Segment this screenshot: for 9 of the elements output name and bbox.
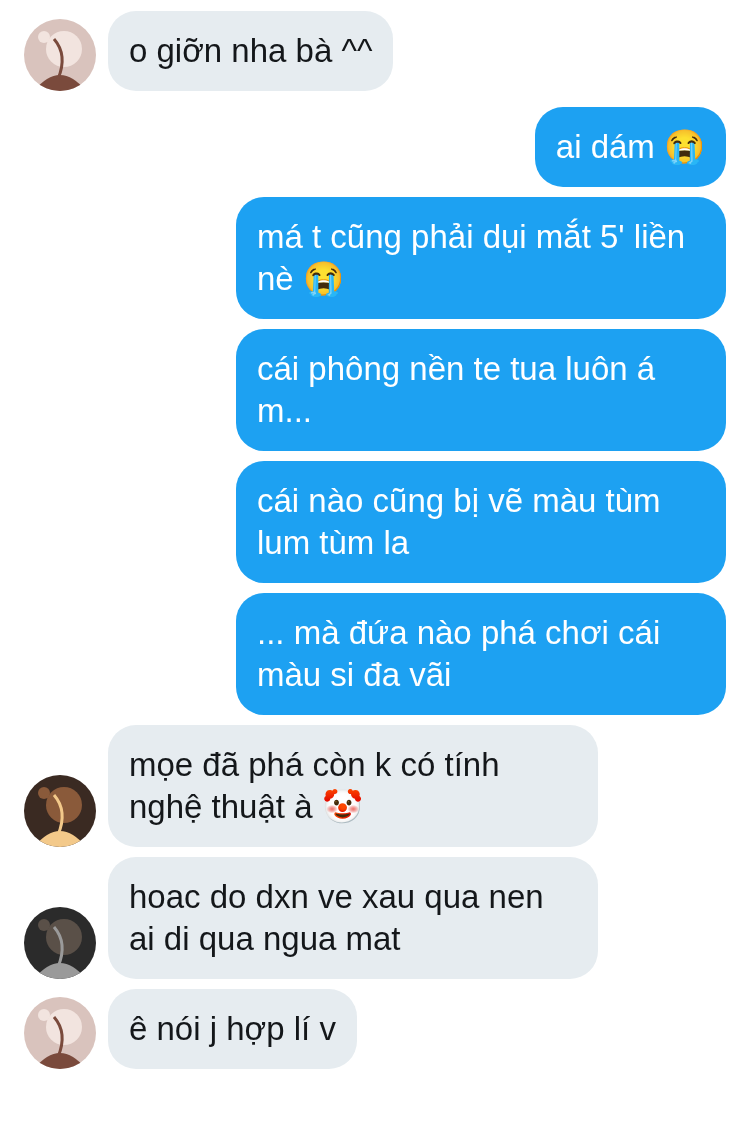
message-bubble: ai dám 😭 <box>534 107 726 187</box>
message-bubble: hoac do dxn ve xau qua nen ai di qua ngua mat <box>108 857 598 979</box>
message-bubble: mọe đã phá còn k có tính nghệ thuật à 🤡 <box>108 725 598 847</box>
message-bubble: má t cũng phải dụi mắt 5' liền nè 😭 <box>236 197 726 319</box>
message-bubble: cái nào cũng bị vẽ màu tùm lum tùm la <box>236 461 726 583</box>
message-bubble: cái phông nền te tua luôn á m... <box>236 329 726 451</box>
message-bubble: ê nói j hợp lí v <box>108 989 357 1069</box>
message-bubble: o giỡn nha bà ^^ <box>108 11 394 91</box>
message-bubble: ... mà đứa nào phá chơi cái màu si đa vãi <box>236 593 726 715</box>
